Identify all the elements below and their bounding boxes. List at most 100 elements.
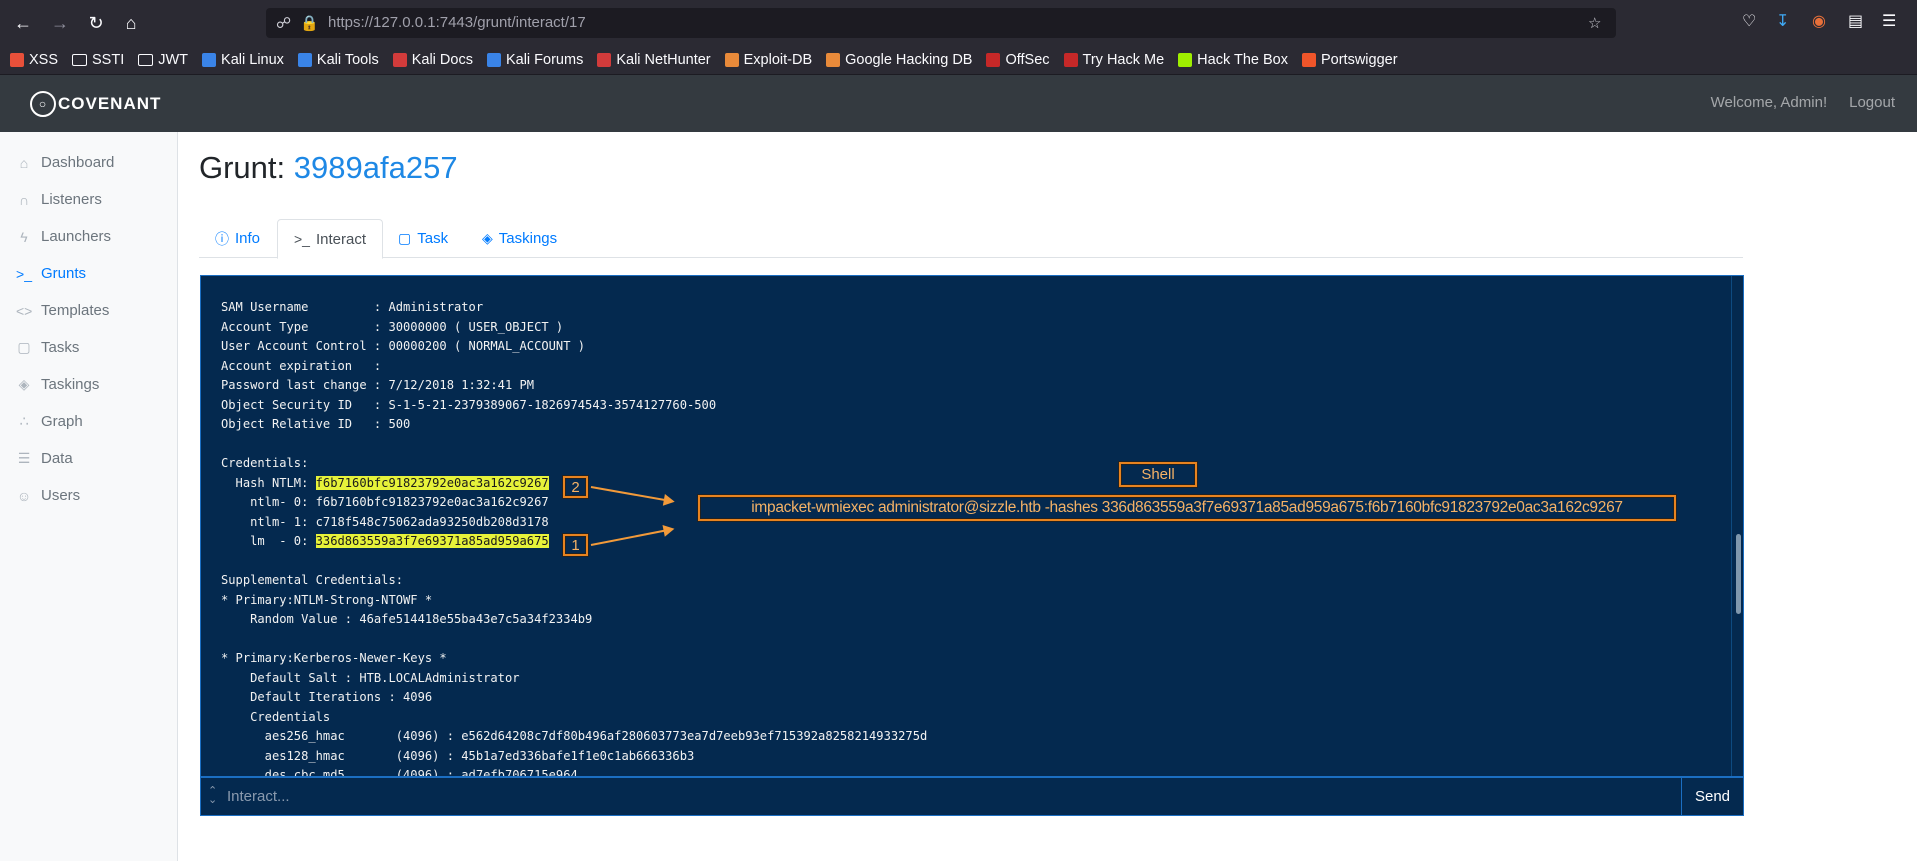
interact-input[interactable] (201, 778, 1683, 815)
bookmark-item[interactable]: Kali Tools (297, 52, 379, 68)
terminal-line-text: Default Iterations : 4096 (221, 690, 433, 704)
bookmark-label: Google Hacking DB (845, 51, 973, 68)
terminal-scrollbar[interactable] (1731, 276, 1743, 776)
bookmark-favicon-icon (10, 52, 24, 67)
terminal-line-text: ntlm- 1: c718f548c75062ada93250db208d317… (221, 514, 549, 529)
terminal-line-text: Object Relative ID : 500 (221, 417, 411, 431)
bookmark-item[interactable]: Google Hacking DB (826, 52, 972, 68)
sidebar-item-grunts[interactable]: >_ Grunts (0, 255, 177, 292)
bookmark-item[interactable]: Exploit-DB (724, 51, 813, 68)
logout-link[interactable]: Logout (1849, 94, 1895, 111)
forward-arrow-icon[interactable]: → (47, 10, 73, 36)
scroll-thumb[interactable] (1736, 534, 1741, 614)
main-content: Grunt: 3989afa257 ⓘ Info >_ Interact ▢ T… (178, 132, 1917, 861)
bookmark-favicon-icon (297, 52, 312, 67)
code-icon: <> (16, 302, 33, 319)
extension-icon[interactable]: ◉ (1812, 11, 1826, 31)
folder-icon (72, 53, 88, 66)
home-icon[interactable]: ⌂ (118, 10, 144, 36)
sidebar-item-users[interactable]: ☺ Users (0, 477, 177, 514)
sidebar-item-data[interactable]: ☰ Data (0, 440, 177, 477)
url-text: https://127.0.0.1:7443/grunt/interact/17 (328, 14, 586, 31)
bookmark-label: Exploit-DB (743, 51, 813, 68)
terminal-output[interactable]: SAM Username : Administrator Account Type… (200, 275, 1744, 777)
reload-icon[interactable]: ↻ (83, 10, 109, 36)
terminal-icon: >_ (16, 265, 32, 282)
shell-label-box: Shell (1119, 462, 1197, 487)
terminal-line-text: aes256_hmac (4096) : e562d64208c7df80b49… (221, 729, 928, 743)
welcome-text: Welcome, Admin! (1710, 94, 1828, 111)
terminal-line-text: SAM Username : Administrator (221, 300, 484, 314)
terminal-line: aes128_hmac (4096) : 45b1a7ed336bafe1f1e… (221, 747, 927, 767)
bookmark-item[interactable]: OffSec (986, 52, 1050, 68)
annotation-2-label: 2 (571, 478, 580, 496)
bookmark-item[interactable]: Kali NetHunter (597, 51, 711, 68)
terminal-line: aes256_hmac (4096) : e562d64208c7df80b49… (221, 727, 928, 747)
bookmark-favicon-icon (392, 52, 407, 67)
bookmark-label: Kali Forums (505, 51, 584, 68)
sidebar-item-taskings[interactable]: ◈ Taskings (0, 366, 177, 403)
download-icon[interactable]: ↧ (1776, 11, 1789, 31)
pocket-icon[interactable]: ♡ (1742, 11, 1756, 31)
bookmark-favicon-icon (724, 52, 739, 67)
bookmark-favicon-icon (202, 52, 217, 67)
bookmark-item[interactable]: Kali Forums (486, 51, 584, 68)
terminal-line-text: Credentials (221, 709, 331, 724)
sidebar-item-listeners[interactable]: ∩ Listeners (0, 181, 177, 218)
sidebar-item-graph[interactable]: ∴ Graph (0, 403, 177, 440)
bookmark-item[interactable]: SSTI (72, 52, 124, 68)
star-icon[interactable]: ☆ (1588, 14, 1601, 32)
terminal-line: Account expiration : (221, 357, 927, 377)
bookmark-favicon-icon (826, 52, 841, 67)
sidebar-icon[interactable]: ▤ (1848, 11, 1863, 31)
sidebar-item-label: Tasks (41, 339, 80, 356)
tab-taskings[interactable]: ◈ Taskings (466, 219, 573, 258)
terminal-line-text: * Primary:Kerberos-Newer-Keys * (221, 651, 447, 665)
terminal-line: Default Salt : HTB.LOCALAdministrator (221, 669, 927, 689)
url-bar[interactable]: ☍ 🔒 https://127.0.0.1:7443/grunt/interac… (266, 8, 1616, 38)
bookmark-label: Kali NetHunter (616, 51, 711, 68)
bookmark-label: Kali Docs (411, 51, 473, 68)
bookmark-item[interactable]: Kali Linux (202, 52, 284, 68)
sidebar-item-templates[interactable]: <> Templates (0, 292, 177, 329)
bookmark-favicon-icon (597, 52, 612, 67)
bookmark-item[interactable]: Try Hack Me (1063, 51, 1165, 68)
back-arrow-icon[interactable]: ← (10, 10, 36, 36)
layers-icon: ◈ (18, 376, 30, 392)
terminal-line: SAM Username : Administrator (221, 298, 927, 318)
share-icon: ∴ (19, 413, 29, 429)
bookmark-label: Try Hack Me (1082, 51, 1165, 68)
tab-interact-label: Interact (315, 230, 366, 248)
brand-name: COVENANT (58, 94, 162, 113)
folder-icon (138, 53, 154, 66)
bookmark-item[interactable]: Portswigger (1301, 52, 1398, 68)
tab-taskings-label: Taskings (498, 230, 558, 247)
shell-label: Shell (1141, 466, 1175, 483)
sidebar-item-label: Dashboard (41, 154, 115, 171)
bookmark-item[interactable]: XSS (10, 52, 58, 68)
terminal-line-text: Account expiration : (221, 358, 382, 373)
bookmark-label: JWT (158, 51, 189, 68)
bookmark-item[interactable]: Kali Docs (392, 51, 473, 68)
terminal-line: User Account Control : 00000200 ( NORMAL… (221, 337, 927, 357)
page-title: Grunt: 3989afa257 (199, 150, 458, 186)
bookmark-item[interactable]: JWT (138, 52, 188, 68)
tab-info[interactable]: ⓘ Info (199, 219, 276, 258)
lock-icon: 🔒 (300, 15, 319, 32)
sidebar-item-tasks[interactable]: ▢ Tasks (0, 329, 177, 366)
bookmark-favicon-icon (1178, 52, 1193, 67)
terminal-line-text: lm - 0: (221, 534, 316, 548)
terminal-line-text: Object Security ID : S-1-5-21-2379389067… (221, 397, 717, 412)
url-host: https://127.0.0.1 (328, 14, 436, 31)
bookmark-item[interactable]: Hack The Box (1178, 52, 1288, 68)
sidebar-item-launchers[interactable]: ϟ Launchers (0, 218, 177, 255)
covenant-logo[interactable]: ○ COVENANT (30, 91, 161, 117)
sidebar-item-dashboard[interactable]: ⌂ Dashboard (0, 144, 177, 181)
box-icon: ▢ (398, 230, 412, 246)
menu-icon[interactable]: ☰ (1882, 11, 1896, 31)
grunt-id: 3989afa257 (293, 150, 458, 185)
send-button[interactable]: Send (1681, 778, 1743, 815)
tab-task[interactable]: ▢ Task (382, 219, 464, 258)
tab-interact[interactable]: >_ Interact (277, 219, 383, 259)
